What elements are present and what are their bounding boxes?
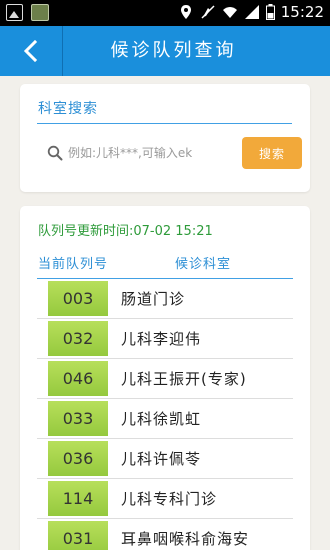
search-input[interactable] [68, 140, 218, 166]
queue-row[interactable]: 031 耳鼻咽喉科俞海安 [37, 519, 293, 550]
dept-name: 儿科许佩苓 [121, 450, 202, 468]
column-header-dept: 候诊科室 [175, 257, 232, 272]
title-bar: 候诊队列查询 [0, 26, 330, 76]
queue-row[interactable]: 036 儿科许佩苓 [37, 439, 293, 479]
dept-name: 儿科王振开(专家) [121, 370, 247, 388]
chevron-left-icon [23, 40, 38, 62]
location-icon [180, 5, 191, 19]
mute-icon [201, 5, 215, 19]
image-icon [6, 4, 23, 21]
queue-number: 033 [48, 401, 108, 436]
queue-number: 114 [48, 481, 108, 516]
page-title: 候诊队列查询 [110, 40, 237, 61]
dept-name: 耳鼻咽喉科俞海安 [121, 530, 250, 548]
column-header-number: 当前队列号 [38, 257, 109, 272]
dept-name: 儿科专科门诊 [121, 490, 218, 508]
wifi-icon [222, 7, 237, 18]
dept-name: 儿科徐凯虹 [121, 410, 202, 428]
back-button[interactable] [0, 26, 62, 76]
queue-number: 031 [48, 521, 108, 550]
search-icon [47, 145, 63, 161]
queue-row[interactable]: 032 儿科李迎伟 [37, 319, 293, 359]
queue-row[interactable]: 114 儿科专科门诊 [37, 479, 293, 519]
queue-number: 036 [48, 441, 108, 476]
search-section-divider [37, 123, 292, 124]
queue-card: 队列号更新时间:07-02 15:21 当前队列号 候诊科室 003 肠道门诊 … [20, 206, 310, 550]
queue-number: 046 [48, 361, 108, 396]
status-bar: 15:22 [0, 0, 330, 26]
queue-row[interactable]: 003 肠道门诊 [37, 279, 293, 319]
update-time-text: 队列号更新时间:07-02 15:21 [38, 224, 213, 239]
queue-row[interactable]: 046 儿科王振开(专家) [37, 359, 293, 399]
clock: 15:22 [280, 3, 324, 21]
search-section-label: 科室搜索 [38, 101, 98, 117]
dept-name: 儿科李迎伟 [121, 330, 202, 348]
queue-list: 003 肠道门诊 032 儿科李迎伟 046 儿科王振开(专家) 033 儿科徐… [37, 279, 293, 550]
app-icon [31, 4, 49, 21]
queue-number: 032 [48, 321, 108, 356]
signal-icon [244, 5, 259, 19]
queue-number: 003 [48, 281, 108, 316]
search-button[interactable]: 搜索 [242, 137, 302, 169]
search-card: 科室搜索 搜索 [20, 84, 310, 192]
battery-icon [265, 4, 275, 20]
queue-row[interactable]: 033 儿科徐凯虹 [37, 399, 293, 439]
dept-name: 肠道门诊 [121, 290, 186, 308]
